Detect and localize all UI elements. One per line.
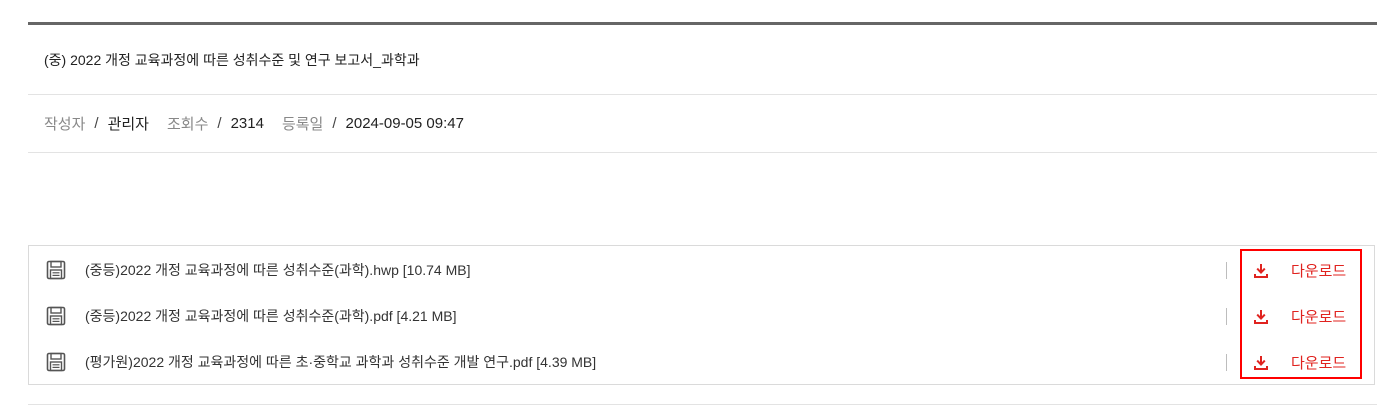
author-value: 관리자 <box>107 116 149 133</box>
attachment-file-link[interactable]: (중등)2022 개정 교육과정에 따른 성취수준(과학).hwp [10.74… <box>85 260 470 280</box>
download-highlight-box <box>1240 249 1362 379</box>
meta-separator: / <box>217 115 222 132</box>
post-title-row: (중) 2022 개정 교육과정에 따른 성취수준 및 연구 보고서_과학과 <box>28 25 1377 95</box>
attachment-row: (중등)2022 개정 교육과정에 따른 성취수준(과학).pdf [4.21 … <box>29 293 1374 339</box>
post-title: (중) 2022 개정 교육과정에 따른 성취수준 및 연구 보고서_과학과 <box>44 51 420 68</box>
divider <box>1226 261 1227 279</box>
attachment-file-link[interactable]: (평가원)2022 개정 교육과정에 따른 초·중학교 과학과 성취수준 개발 … <box>85 352 596 372</box>
author-label: 작성자 <box>44 116 86 133</box>
floppy-disk-icon <box>46 352 66 372</box>
meta-separator: / <box>94 115 99 132</box>
date-value: 2024-09-05 09:47 <box>345 115 464 132</box>
date-label: 등록일 <box>281 116 324 133</box>
post-view: (중) 2022 개정 교육과정에 따른 성취수준 및 연구 보고서_과학과 작… <box>28 22 1377 153</box>
attachment-row: (평가원)2022 개정 교육과정에 따른 초·중학교 과학과 성취수준 개발 … <box>29 339 1374 385</box>
views-value: 2314 <box>230 115 264 132</box>
meta-separator: / <box>332 115 337 132</box>
views-label: 조회수 <box>166 116 209 133</box>
floppy-disk-icon <box>46 260 66 280</box>
attachment-file-link[interactable]: (중등)2022 개정 교육과정에 따른 성취수준(과학).pdf [4.21 … <box>85 306 456 326</box>
attachment-row: (중등)2022 개정 교육과정에 따른 성취수준(과학).hwp [10.74… <box>29 247 1374 293</box>
attachment-list: (중등)2022 개정 교육과정에 따른 성취수준(과학).hwp [10.74… <box>28 245 1375 385</box>
floppy-disk-icon <box>46 306 66 326</box>
divider <box>1226 353 1227 371</box>
divider <box>1226 307 1227 325</box>
post-meta: 작성자 / 관리자 조회수 / 2314 등록일 / 2024-09-05 09… <box>28 95 1377 153</box>
